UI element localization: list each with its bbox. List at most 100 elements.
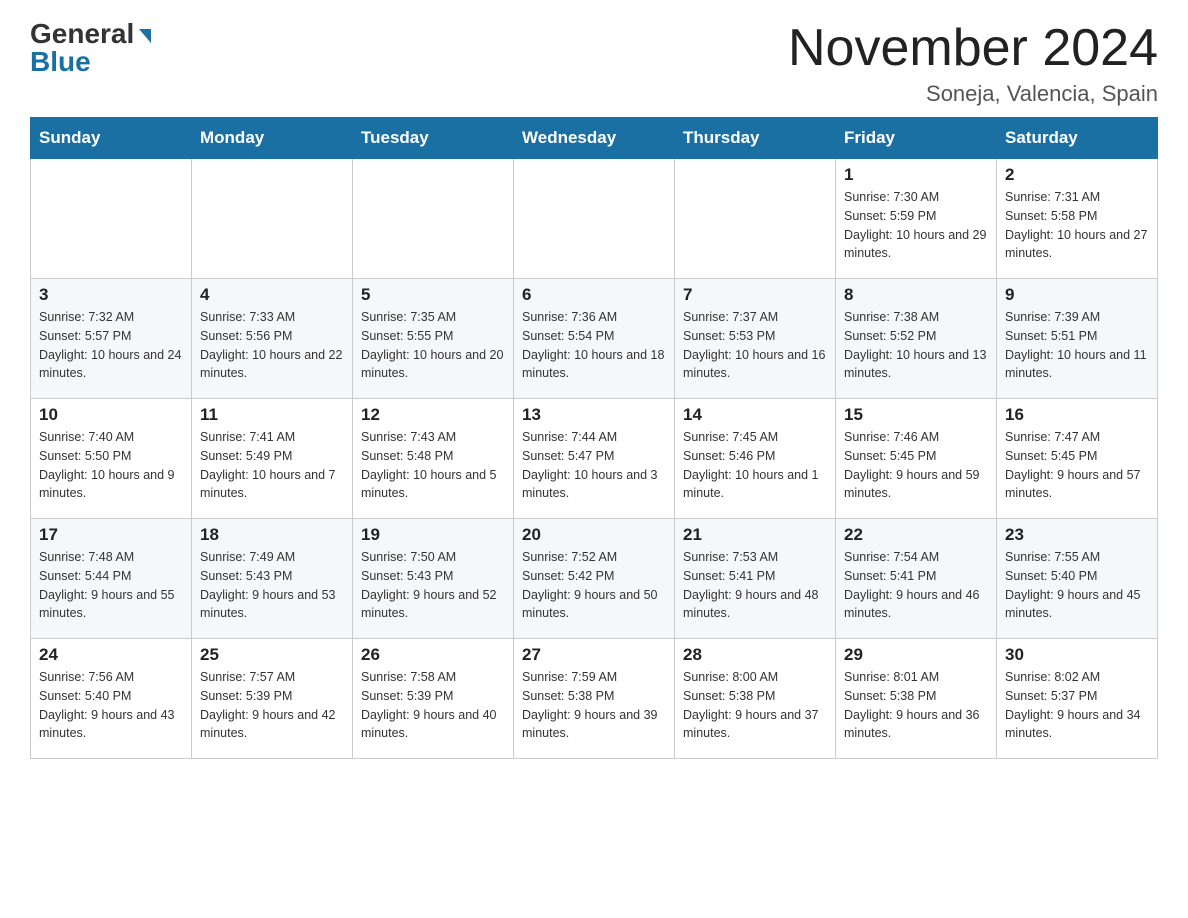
day-number: 3 <box>39 285 183 305</box>
calendar-cell: 23 Sunrise: 7:55 AMSunset: 5:40 PMDayligh… <box>997 519 1158 639</box>
day-number: 5 <box>361 285 505 305</box>
day-detail: Sunrise: 7:37 AMSunset: 5:53 PMDaylight:… <box>683 308 827 383</box>
title-block: November 2024 Soneja, Valencia, Spain <box>788 20 1158 107</box>
calendar-cell: 22 Sunrise: 7:54 AMSunset: 5:41 PMDayligh… <box>836 519 997 639</box>
day-detail: Sunrise: 7:49 AMSunset: 5:43 PMDaylight:… <box>200 548 344 623</box>
day-detail: Sunrise: 7:53 AMSunset: 5:41 PMDaylight:… <box>683 548 827 623</box>
calendar-cell: 10 Sunrise: 7:40 AMSunset: 5:50 PMDayligh… <box>31 399 192 519</box>
day-number: 2 <box>1005 165 1149 185</box>
day-detail: Sunrise: 7:55 AMSunset: 5:40 PMDaylight:… <box>1005 548 1149 623</box>
weekday-header-sunday: Sunday <box>31 118 192 159</box>
day-detail: Sunrise: 7:57 AMSunset: 5:39 PMDaylight:… <box>200 668 344 743</box>
calendar-cell: 18 Sunrise: 7:49 AMSunset: 5:43 PMDayligh… <box>192 519 353 639</box>
calendar-cell: 7 Sunrise: 7:37 AMSunset: 5:53 PMDaylight… <box>675 279 836 399</box>
calendar-cell: 11 Sunrise: 7:41 AMSunset: 5:49 PMDayligh… <box>192 399 353 519</box>
day-detail: Sunrise: 7:52 AMSunset: 5:42 PMDaylight:… <box>522 548 666 623</box>
day-number: 10 <box>39 405 183 425</box>
day-detail: Sunrise: 7:40 AMSunset: 5:50 PMDaylight:… <box>39 428 183 503</box>
calendar-week-row: 24 Sunrise: 7:56 AMSunset: 5:40 PMDayligh… <box>31 639 1158 759</box>
day-number: 15 <box>844 405 988 425</box>
day-number: 19 <box>361 525 505 545</box>
logo-triangle-icon <box>139 29 151 43</box>
day-detail: Sunrise: 7:50 AMSunset: 5:43 PMDaylight:… <box>361 548 505 623</box>
logo-general-text: General <box>30 20 134 48</box>
day-detail: Sunrise: 8:01 AMSunset: 5:38 PMDaylight:… <box>844 668 988 743</box>
calendar-cell: 26Sunrise: 7:58 AMSunset: 5:39 PMDayligh… <box>353 639 514 759</box>
calendar-cell: 14Sunrise: 7:45 AMSunset: 5:46 PMDayligh… <box>675 399 836 519</box>
day-number: 4 <box>200 285 344 305</box>
calendar-cell: 25 Sunrise: 7:57 AMSunset: 5:39 PMDayligh… <box>192 639 353 759</box>
day-detail: Sunrise: 7:43 AMSunset: 5:48 PMDaylight:… <box>361 428 505 503</box>
day-detail: Sunrise: 8:00 AMSunset: 5:38 PMDaylight:… <box>683 668 827 743</box>
weekday-header-thursday: Thursday <box>675 118 836 159</box>
calendar-cell <box>514 159 675 279</box>
day-detail: Sunrise: 7:31 AMSunset: 5:58 PMDaylight:… <box>1005 188 1149 263</box>
calendar-cell: 16 Sunrise: 7:47 AMSunset: 5:45 PMDayligh… <box>997 399 1158 519</box>
day-number: 13 <box>522 405 666 425</box>
day-detail: Sunrise: 7:54 AMSunset: 5:41 PMDaylight:… <box>844 548 988 623</box>
location-text: Soneja, Valencia, Spain <box>788 81 1158 107</box>
calendar-cell <box>675 159 836 279</box>
day-detail: Sunrise: 7:59 AMSunset: 5:38 PMDaylight:… <box>522 668 666 743</box>
day-number: 8 <box>844 285 988 305</box>
calendar-cell <box>353 159 514 279</box>
calendar-cell: 30 Sunrise: 8:02 AMSunset: 5:37 PMDayligh… <box>997 639 1158 759</box>
day-detail: Sunrise: 7:47 AMSunset: 5:45 PMDaylight:… <box>1005 428 1149 503</box>
day-number: 27 <box>522 645 666 665</box>
calendar-cell <box>192 159 353 279</box>
calendar-cell: 29Sunrise: 8:01 AMSunset: 5:38 PMDayligh… <box>836 639 997 759</box>
calendar-cell: 27 Sunrise: 7:59 AMSunset: 5:38 PMDayligh… <box>514 639 675 759</box>
day-number: 11 <box>200 405 344 425</box>
calendar-cell: 19 Sunrise: 7:50 AMSunset: 5:43 PMDayligh… <box>353 519 514 639</box>
weekday-header-tuesday: Tuesday <box>353 118 514 159</box>
calendar-cell: 4 Sunrise: 7:33 AMSunset: 5:56 PMDaylight… <box>192 279 353 399</box>
calendar-week-row: 10 Sunrise: 7:40 AMSunset: 5:50 PMDayligh… <box>31 399 1158 519</box>
calendar-cell: 8Sunrise: 7:38 AMSunset: 5:52 PMDaylight… <box>836 279 997 399</box>
calendar-cell: 3 Sunrise: 7:32 AMSunset: 5:57 PMDaylight… <box>31 279 192 399</box>
day-detail: Sunrise: 7:33 AMSunset: 5:56 PMDaylight:… <box>200 308 344 383</box>
day-detail: Sunrise: 7:41 AMSunset: 5:49 PMDaylight:… <box>200 428 344 503</box>
calendar-cell: 6Sunrise: 7:36 AMSunset: 5:54 PMDaylight… <box>514 279 675 399</box>
calendar-cell: 12 Sunrise: 7:43 AMSunset: 5:48 PMDayligh… <box>353 399 514 519</box>
day-number: 23 <box>1005 525 1149 545</box>
day-number: 24 <box>39 645 183 665</box>
calendar-cell: 9 Sunrise: 7:39 AMSunset: 5:51 PMDaylight… <box>997 279 1158 399</box>
calendar-cell: 24 Sunrise: 7:56 AMSunset: 5:40 PMDayligh… <box>31 639 192 759</box>
calendar-cell: 28 Sunrise: 8:00 AMSunset: 5:38 PMDayligh… <box>675 639 836 759</box>
day-detail: Sunrise: 7:32 AMSunset: 5:57 PMDaylight:… <box>39 308 183 383</box>
day-detail: Sunrise: 7:46 AMSunset: 5:45 PMDaylight:… <box>844 428 988 503</box>
day-detail: Sunrise: 7:58 AMSunset: 5:39 PMDaylight:… <box>361 668 505 743</box>
day-number: 7 <box>683 285 827 305</box>
day-number: 22 <box>844 525 988 545</box>
day-number: 16 <box>1005 405 1149 425</box>
calendar-header-row: SundayMondayTuesdayWednesdayThursdayFrid… <box>31 118 1158 159</box>
page-header: General Blue November 2024 Soneja, Valen… <box>30 20 1158 107</box>
day-number: 9 <box>1005 285 1149 305</box>
day-number: 20 <box>522 525 666 545</box>
day-detail: Sunrise: 7:48 AMSunset: 5:44 PMDaylight:… <box>39 548 183 623</box>
weekday-header-friday: Friday <box>836 118 997 159</box>
weekday-header-wednesday: Wednesday <box>514 118 675 159</box>
day-number: 12 <box>361 405 505 425</box>
day-detail: Sunrise: 7:56 AMSunset: 5:40 PMDaylight:… <box>39 668 183 743</box>
day-number: 25 <box>200 645 344 665</box>
day-number: 14 <box>683 405 827 425</box>
day-detail: Sunrise: 7:44 AMSunset: 5:47 PMDaylight:… <box>522 428 666 503</box>
day-number: 17 <box>39 525 183 545</box>
day-detail: Sunrise: 7:35 AMSunset: 5:55 PMDaylight:… <box>361 308 505 383</box>
day-number: 30 <box>1005 645 1149 665</box>
day-detail: Sunrise: 7:36 AMSunset: 5:54 PMDaylight:… <box>522 308 666 383</box>
day-number: 18 <box>200 525 344 545</box>
weekday-header-saturday: Saturday <box>997 118 1158 159</box>
calendar-week-row: 17 Sunrise: 7:48 AMSunset: 5:44 PMDayligh… <box>31 519 1158 639</box>
calendar-cell: 13 Sunrise: 7:44 AMSunset: 5:47 PMDayligh… <box>514 399 675 519</box>
day-detail: Sunrise: 8:02 AMSunset: 5:37 PMDaylight:… <box>1005 668 1149 743</box>
logo-blue-text: Blue <box>30 48 91 76</box>
calendar-week-row: 1 Sunrise: 7:30 AMSunset: 5:59 PMDaylight… <box>31 159 1158 279</box>
logo: General Blue <box>30 20 151 76</box>
day-number: 1 <box>844 165 988 185</box>
calendar-cell: 1 Sunrise: 7:30 AMSunset: 5:59 PMDaylight… <box>836 159 997 279</box>
day-number: 28 <box>683 645 827 665</box>
day-detail: Sunrise: 7:39 AMSunset: 5:51 PMDaylight:… <box>1005 308 1149 383</box>
day-detail: Sunrise: 7:30 AMSunset: 5:59 PMDaylight:… <box>844 188 988 263</box>
